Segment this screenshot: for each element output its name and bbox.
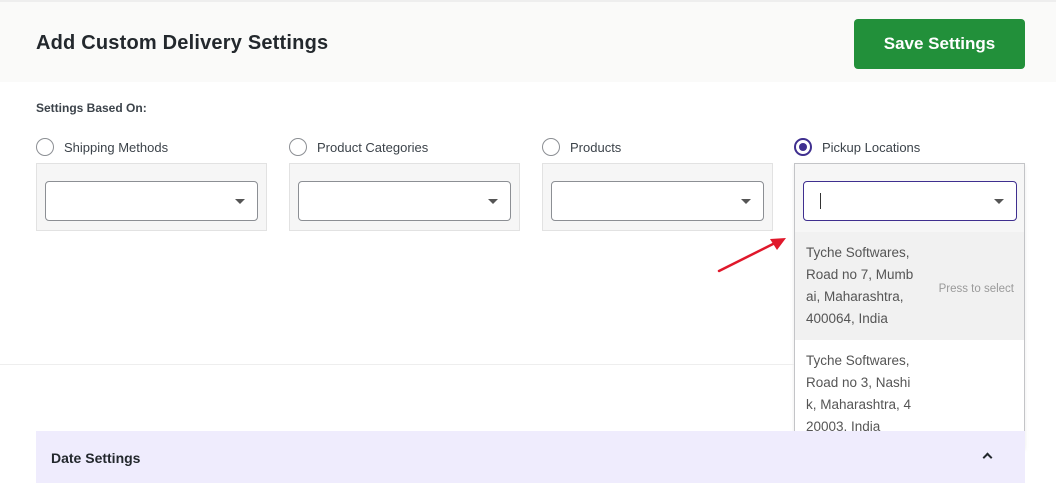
products-label: Products (570, 139, 622, 155)
product-categories-label: Product Categories (317, 139, 429, 155)
pickup-locations-label: Pickup Locations (822, 139, 921, 155)
shipping-methods-select-panel (36, 163, 267, 231)
dropdown-option-mumbai[interactable]: Tyche Softwares, Road no 7, Mumb ai, Mah… (795, 232, 1024, 340)
shipping-methods-select[interactable] (45, 181, 258, 221)
dropdown-option-label: Tyche Softwares, Road no 3, Nashi k, Mah… (806, 353, 912, 434)
products-select-panel (542, 163, 773, 231)
save-settings-button[interactable]: Save Settings (854, 19, 1025, 69)
page-title: Add Custom Delivery Settings (36, 32, 329, 54)
settings-based-on-label: Settings Based On: (36, 101, 147, 115)
chevron-down-icon (235, 199, 245, 204)
product-categories-radio[interactable] (289, 138, 307, 156)
pickup-locations-select[interactable] (803, 181, 1017, 221)
option-pickup-locations[interactable]: Pickup Locations (794, 137, 920, 157)
section-divider (0, 364, 794, 365)
pickup-locations-select-wrapper (795, 164, 1024, 232)
option-products[interactable]: Products (542, 137, 621, 157)
products-select[interactable] (551, 181, 764, 221)
date-settings-title: Date Settings (51, 450, 141, 466)
page-header: Add Custom Delivery Settings Save Settin… (0, 2, 1056, 82)
date-settings-header[interactable]: Date Settings (36, 431, 1025, 483)
annotation-arrow-icon (717, 238, 786, 273)
pickup-locations-select-panel: Tyche Softwares, Road no 7, Mumb ai, Mah… (794, 163, 1025, 448)
option-product-categories[interactable]: Product Categories (289, 137, 428, 157)
dropdown-option-label: Tyche Softwares, Road no 7, Mumb ai, Mah… (806, 245, 914, 326)
pickup-locations-radio[interactable] (794, 138, 812, 156)
chevron-up-icon[interactable] (982, 452, 993, 463)
product-categories-select-panel (289, 163, 520, 231)
option-shipping-methods[interactable]: Shipping Methods (36, 137, 168, 157)
press-to-select-hint: Press to select (938, 283, 1014, 295)
chevron-down-icon (741, 199, 751, 204)
chevron-down-icon (994, 199, 1004, 204)
shipping-methods-label: Shipping Methods (64, 139, 169, 155)
products-radio[interactable] (542, 138, 560, 156)
text-cursor (820, 193, 821, 209)
shipping-methods-radio[interactable] (36, 138, 54, 156)
product-categories-select[interactable] (298, 181, 511, 221)
chevron-down-icon (488, 199, 498, 204)
